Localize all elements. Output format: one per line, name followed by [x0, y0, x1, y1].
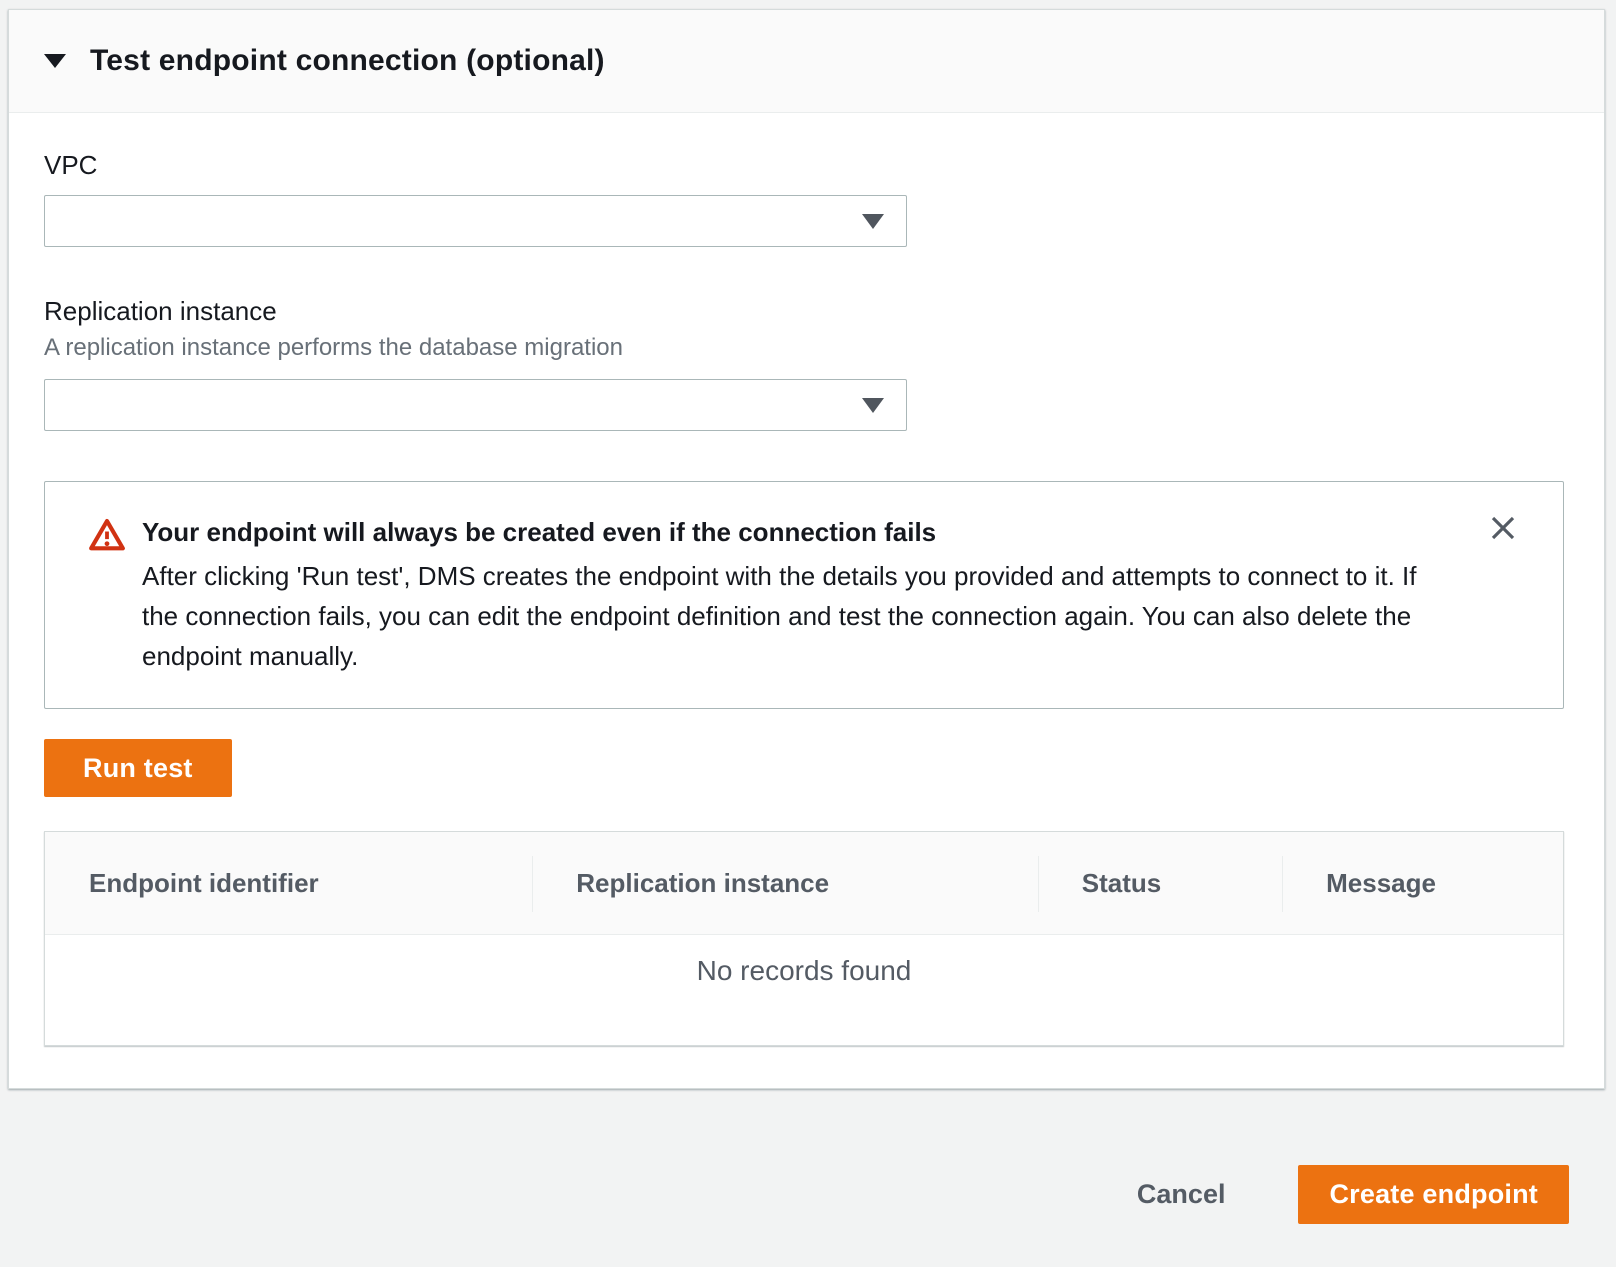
- replication-instance-field: Replication instance A replication insta…: [44, 295, 1564, 431]
- column-header-message: Message: [1282, 832, 1563, 934]
- create-endpoint-button[interactable]: Create endpoint: [1298, 1165, 1569, 1224]
- column-header-endpoint-identifier: Endpoint identifier: [45, 832, 532, 934]
- warning-alert: Your endpoint will always be created eve…: [44, 481, 1564, 709]
- dropdown-arrow-icon: [862, 398, 884, 413]
- section-title: Test endpoint connection (optional): [90, 44, 605, 78]
- alert-body: After clicking 'Run test', DMS creates t…: [142, 556, 1442, 676]
- table-header-row: Endpoint identifier Replication instance…: [45, 832, 1563, 935]
- empty-state-message: No records found: [45, 935, 1563, 1045]
- alert-title: Your endpoint will always be created eve…: [142, 514, 1442, 550]
- warning-icon: [88, 516, 126, 559]
- section-header[interactable]: Test endpoint connection (optional): [9, 10, 1604, 113]
- replication-instance-description: A replication instance performs the data…: [44, 333, 1564, 363]
- collapse-triangle-icon: [44, 54, 66, 68]
- test-endpoint-connection-panel: Test endpoint connection (optional) VPC …: [8, 9, 1605, 1089]
- column-header-status: Status: [1038, 832, 1282, 934]
- cancel-button[interactable]: Cancel: [1137, 1179, 1226, 1210]
- dropdown-arrow-icon: [862, 214, 884, 229]
- replication-instance-label: Replication instance: [44, 295, 1564, 327]
- vpc-select[interactable]: [44, 195, 907, 247]
- alert-close-button[interactable]: [1483, 508, 1523, 548]
- alert-text: Your endpoint will always be created eve…: [142, 514, 1442, 676]
- vpc-field: VPC: [44, 149, 1564, 247]
- footer-actions: Cancel Create endpoint: [0, 1165, 1616, 1224]
- run-test-button[interactable]: Run test: [44, 739, 232, 797]
- vpc-label: VPC: [44, 149, 1564, 181]
- test-results-table: Endpoint identifier Replication instance…: [44, 831, 1564, 1046]
- column-header-replication-instance: Replication instance: [532, 832, 1037, 934]
- replication-instance-select[interactable]: [44, 379, 907, 431]
- close-icon: [1488, 513, 1518, 543]
- section-content: VPC Replication instance A replication i…: [9, 113, 1604, 1088]
